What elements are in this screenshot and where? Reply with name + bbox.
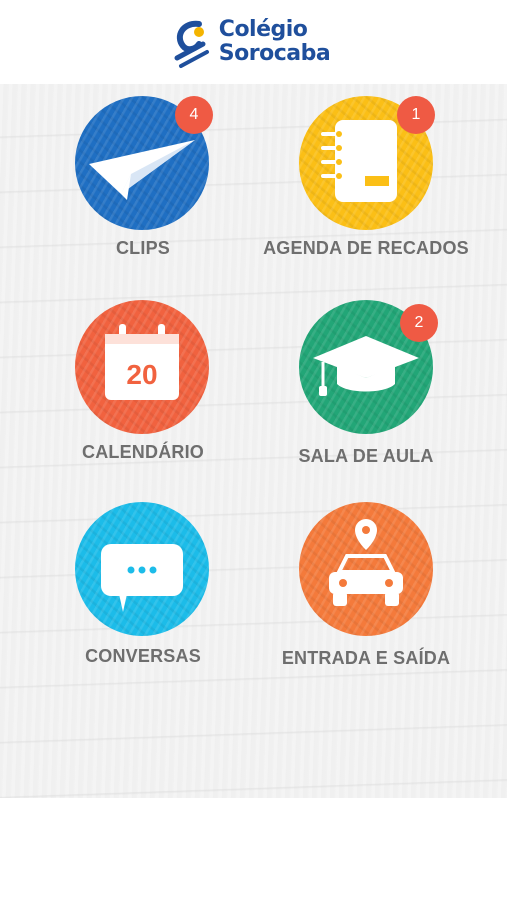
sala-badge: 2 [400, 304, 438, 342]
car-location-icon [329, 519, 403, 606]
menu-item-calendario[interactable]: 20 CALENDÁRIO [28, 300, 258, 490]
menu-item-clips[interactable]: 4 CLIPS [28, 96, 258, 286]
blank-footer [0, 798, 507, 900]
logo-text-line1: Colégio [218, 17, 308, 42]
agenda-label: AGENDA DE RECADOS [263, 238, 469, 258]
logo-text-line2: Sorocaba [218, 41, 331, 66]
logo-swoosh-icon [174, 20, 209, 68]
conversas-label: CONVERSAS [85, 646, 201, 666]
entrada-circle [299, 502, 433, 636]
clips-label: CLIPS [115, 238, 170, 258]
menu-item-conversas[interactable]: CONVERSAS [28, 502, 258, 692]
school-logo: Colégio Sorocaba [169, 14, 331, 70]
sala-label: SALA DE AULA [298, 446, 434, 466]
menu-item-entrada-e-saida[interactable]: ENTRADA E SAÍDA [251, 502, 481, 692]
chat-bubble-icon [101, 544, 183, 612]
menu-item-sala-de-aula[interactable]: 2 SALA DE AULA [251, 300, 481, 490]
entrada-label: ENTRADA E SAÍDA [281, 648, 451, 668]
conversas-circle [75, 502, 209, 636]
calendar-day: 20 [126, 359, 157, 390]
clips-badge: 4 [175, 96, 213, 134]
menu-item-agenda-de-recados[interactable]: 1 AGENDA DE RECADOS [251, 96, 481, 286]
calendario-circle: 20 [75, 300, 209, 434]
calendario-label: CALENDÁRIO [82, 442, 204, 462]
agenda-badge: 1 [397, 96, 435, 134]
calendar-icon: 20 [105, 324, 179, 400]
app-header: Colégio Sorocaba [0, 0, 507, 84]
